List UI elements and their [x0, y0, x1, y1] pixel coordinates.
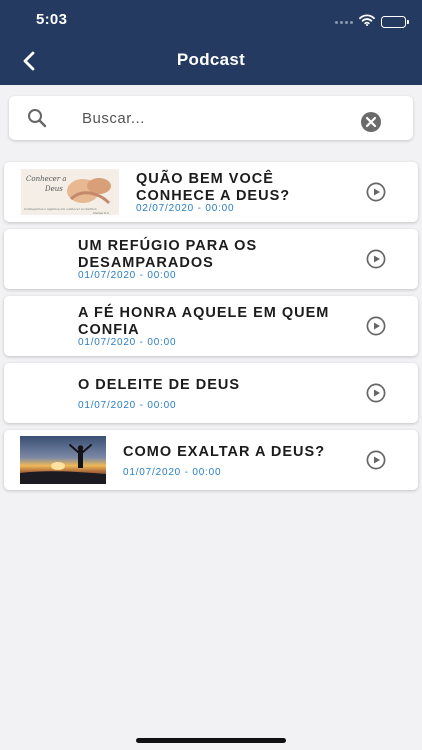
- podcast-item[interactable]: COMO EXALTAR A DEUS? 01/07/2020 - 00:00: [4, 430, 418, 490]
- play-circle-icon[interactable]: [366, 450, 386, 470]
- home-indicator[interactable]: [136, 738, 286, 743]
- podcast-date: 01/07/2020 - 00:00: [78, 400, 177, 411]
- podcast-date: 01/07/2020 - 00:00: [123, 467, 222, 478]
- wifi-icon: [359, 13, 375, 31]
- search-input[interactable]: [82, 106, 342, 130]
- app-header: 5:03 Podcast: [0, 0, 422, 85]
- signal-icon: [335, 20, 353, 24]
- play-circle-icon[interactable]: [366, 249, 386, 269]
- podcast-title: COMO EXALTAR A DEUS?: [123, 444, 326, 460]
- svg-text:Conhecer a: Conhecer a: [26, 175, 67, 183]
- podcast-item[interactable]: Conhecer a Deus Conheçamos e sigamos em …: [4, 162, 418, 222]
- play-circle-icon[interactable]: [366, 182, 386, 202]
- podcast-title: UM REFÚGIO PARA OS DESAMPARADOS: [78, 238, 258, 271]
- play-circle-icon[interactable]: [366, 316, 386, 336]
- svg-text:Oséias 6.3: Oséias 6.3: [93, 211, 109, 215]
- podcast-thumbnail: Conhecer a Deus Conheçamos e sigamos em …: [21, 169, 119, 215]
- battery-icon: [381, 16, 409, 28]
- search-icon: [28, 109, 47, 128]
- clear-circle-icon[interactable]: [360, 111, 382, 133]
- status-time: 5:03: [36, 11, 68, 28]
- podcast-title: O DELEITE DE DEUS: [78, 377, 241, 393]
- podcast-title: QUÃO BEM VOCÊ CONHECE A DEUS?: [136, 171, 291, 204]
- podcast-date: 01/07/2020 - 00:00: [78, 337, 177, 348]
- podcast-thumbnail: [20, 436, 106, 484]
- page-title: Podcast: [176, 50, 246, 69]
- podcast-title: A FÉ HONRA AQUELE EM QUEM CONFIA: [78, 305, 330, 338]
- play-circle-icon[interactable]: [366, 383, 386, 403]
- podcast-item[interactable]: O DELEITE DE DEUS 01/07/2020 - 00:00: [4, 363, 418, 423]
- podcast-list: Conhecer a Deus Conheçamos e sigamos em …: [4, 162, 418, 497]
- svg-text:Deus: Deus: [44, 185, 63, 193]
- podcast-date: 02/07/2020 - 00:00: [136, 203, 235, 214]
- svg-text:Conheçamos e sigamos em conhec: Conheçamos e sigamos em conhecer ao Senh…: [24, 207, 97, 211]
- podcast-item[interactable]: UM REFÚGIO PARA OS DESAMPARADOS 01/07/20…: [4, 229, 418, 289]
- podcast-item[interactable]: A FÉ HONRA AQUELE EM QUEM CONFIA 01/07/2…: [4, 296, 418, 356]
- search-bar: [9, 96, 413, 140]
- podcast-date: 01/07/2020 - 00:00: [78, 270, 177, 281]
- status-icons: [335, 13, 409, 31]
